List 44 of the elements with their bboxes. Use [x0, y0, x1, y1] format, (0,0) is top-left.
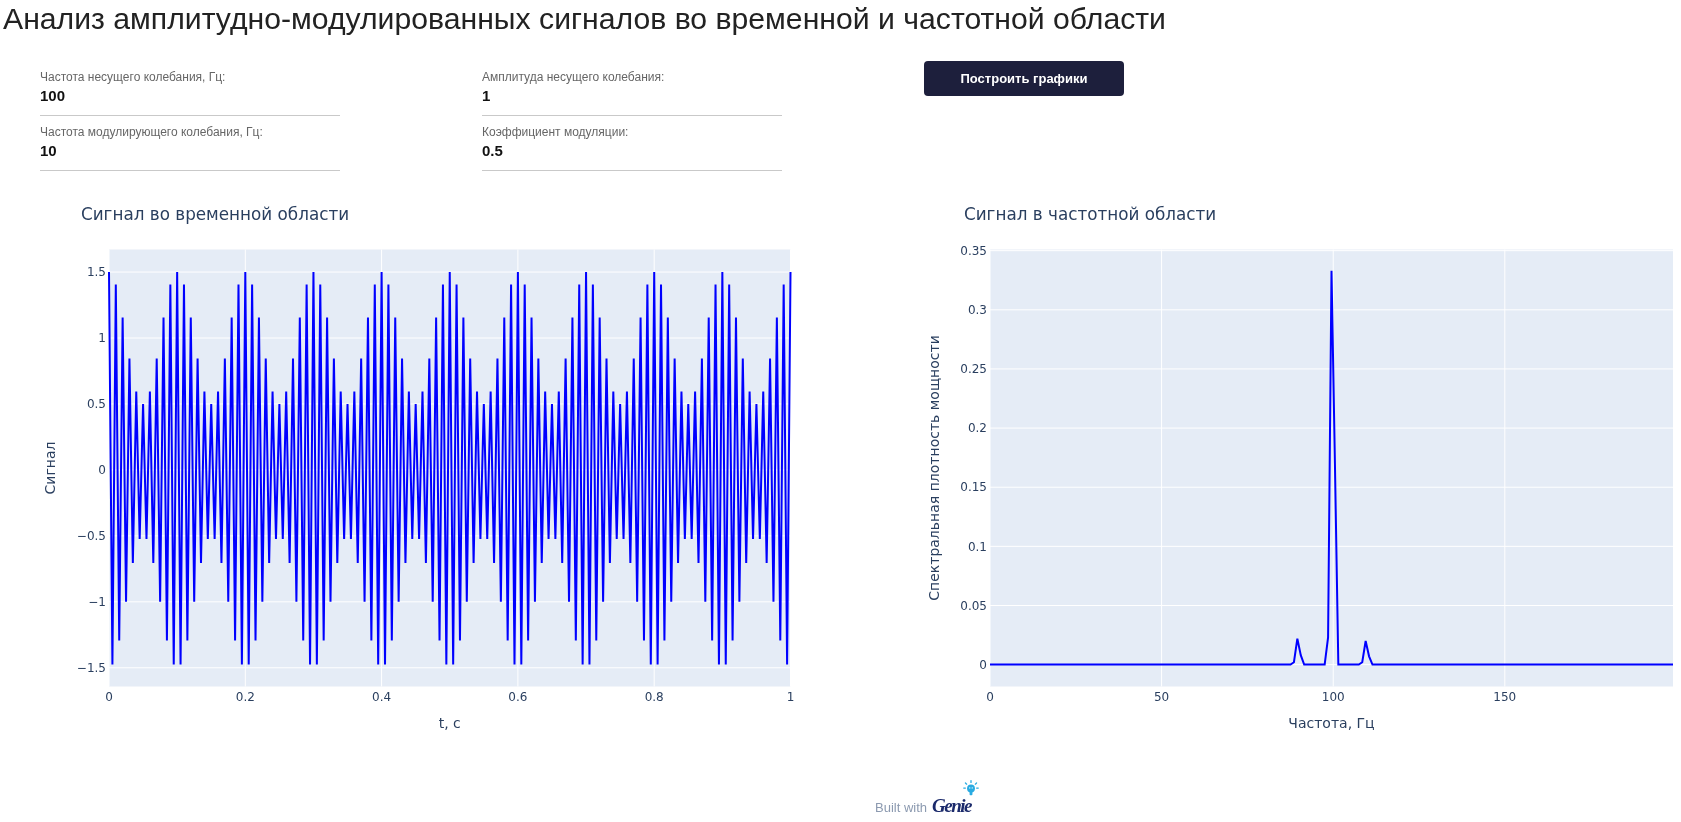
- input-field[interactable]: 1: [482, 86, 782, 116]
- chart-title: Сигнал во временной области: [81, 203, 350, 227]
- tick-label: 0: [985, 690, 994, 705]
- input-field[interactable]: 100: [40, 86, 340, 116]
- tick-label: 0: [978, 658, 987, 673]
- tick-label: 0.5: [86, 397, 106, 412]
- tick-label: 0.15: [959, 480, 987, 495]
- tick-label: 0.35: [959, 244, 987, 259]
- chart-title: Сигнал в частотной области: [964, 203, 1217, 227]
- tick-label: 100: [1321, 690, 1345, 705]
- field-label: Амплитуда несущего колебания:: [482, 69, 665, 84]
- field-label: Коэффициент модуляции:: [482, 124, 629, 139]
- tick-label: 0: [98, 463, 106, 478]
- tick-label: −1.5: [76, 661, 106, 676]
- plot-button[interactable]: Построить графики: [924, 60, 1124, 96]
- tick-label: 0.4: [372, 690, 392, 705]
- logo-text: Genie: [932, 795, 971, 817]
- field-label: Частота несущего колебания, Гц:: [40, 69, 226, 84]
- tick-label: −1: [88, 595, 106, 610]
- tick-label: 50: [1153, 690, 1169, 705]
- tick-label: 150: [1492, 690, 1516, 705]
- tick-label: −0.5: [76, 529, 106, 544]
- page-title: Анализ амплитудно-модулированных сигналов во временной и частотной области: [2, 0, 1166, 37]
- axis-title: Спектральная плотность мощности: [925, 335, 941, 602]
- tick-label: 0.8: [644, 690, 664, 705]
- input-field[interactable]: 10: [40, 141, 340, 171]
- axis-title: Сигнал: [42, 442, 58, 495]
- tick-label: 0.1: [967, 540, 987, 555]
- tick-label: 0: [105, 690, 113, 705]
- tick-label: 0.2: [235, 690, 255, 705]
- tick-label: 0.2: [967, 421, 987, 436]
- tick-label: 1: [98, 331, 106, 346]
- footer-text: Built with: [875, 800, 928, 816]
- tick-label: 0.25: [959, 362, 987, 377]
- tick-label: 1: [786, 690, 795, 705]
- tick-label: 1.5: [86, 265, 106, 280]
- tick-label: 0.3: [967, 303, 987, 318]
- axis-title: Частота, Гц: [1287, 715, 1375, 731]
- field-label: Частота модулирующего колебания, Гц:: [40, 124, 263, 139]
- input-field[interactable]: 0.5: [482, 141, 782, 171]
- tick-label: 0.05: [959, 599, 987, 614]
- axis-title: t, с: [438, 715, 461, 731]
- tick-label: 0.6: [508, 690, 528, 705]
- lightbulb-icon: [963, 780, 979, 796]
